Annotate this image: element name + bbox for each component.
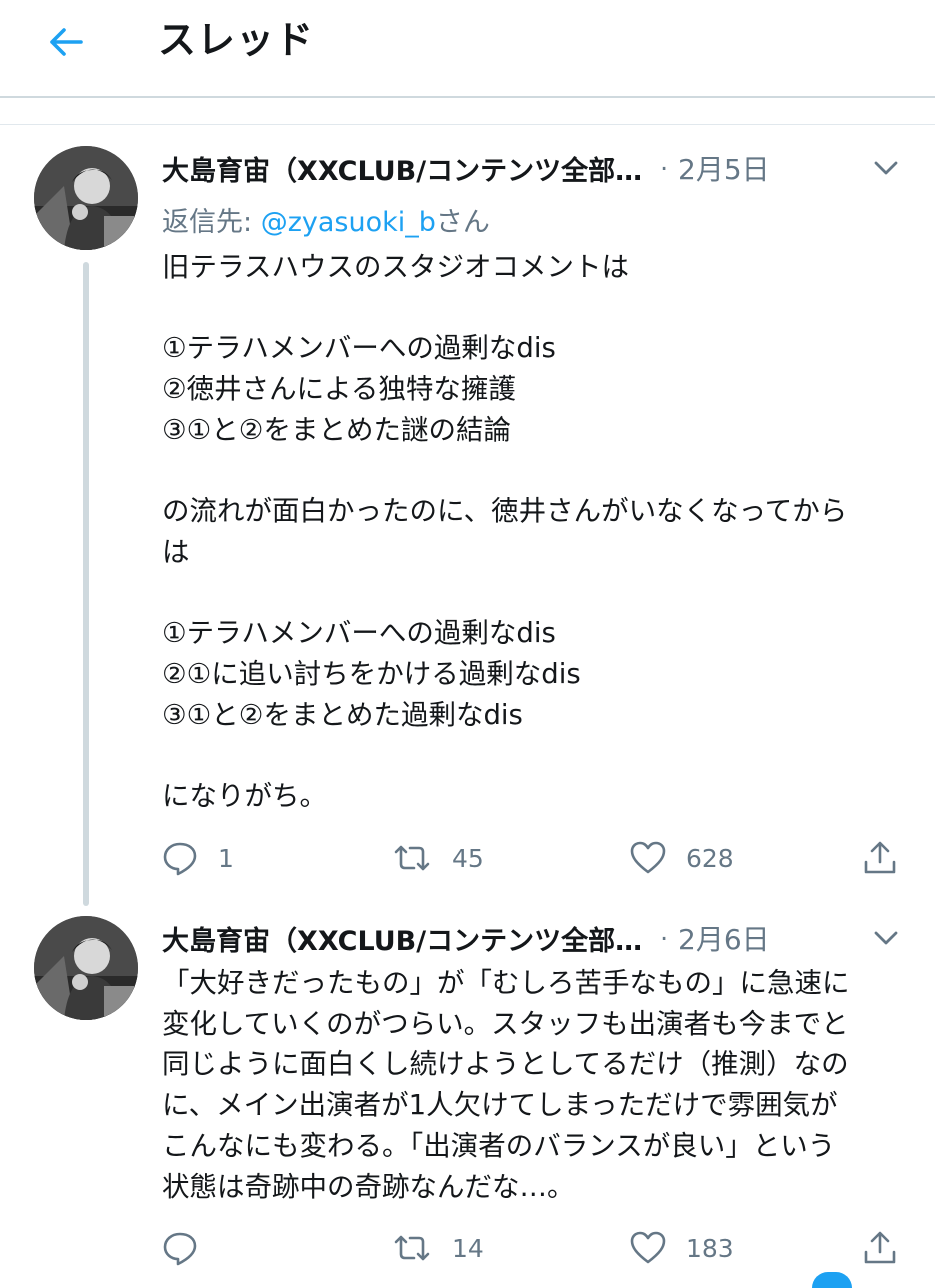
compose-button-edge[interactable] bbox=[812, 1272, 852, 1288]
retweet-count: 45 bbox=[452, 843, 484, 873]
tweet-text: 「大好きだったもの」が「むしろ苦手なもの」に急速に 変化していくのがつらい。スタ… bbox=[162, 963, 907, 1207]
share-icon bbox=[864, 1231, 896, 1264]
tweet-header: 大島育宙（XXCLUB/コンテンツ全部… · 2月6日 bbox=[162, 918, 770, 958]
more-options-button[interactable] bbox=[870, 922, 902, 954]
like-count: 183 bbox=[686, 1233, 734, 1263]
reply-icon bbox=[163, 1232, 197, 1266]
heart-icon bbox=[630, 1231, 666, 1264]
tweet-line bbox=[162, 451, 907, 492]
more-options-button[interactable] bbox=[870, 152, 902, 184]
page-title: スレッド bbox=[158, 18, 315, 62]
tweet-line: こんなにも変わる。「出演者のバランスが良い」という bbox=[162, 1129, 836, 1162]
like-button[interactable]: 628 bbox=[630, 836, 734, 880]
retweet-count: 14 bbox=[452, 1233, 484, 1263]
chevron-down-icon bbox=[874, 161, 898, 175]
reply-to-label: 返信先: bbox=[162, 207, 253, 238]
heart-icon bbox=[630, 841, 666, 874]
tweet-actions: 14 183 bbox=[160, 1226, 910, 1270]
separator-dot: · bbox=[660, 153, 669, 183]
tweet-line: 「大好きだったもの」が「むしろ苦手なもの」に急速に bbox=[162, 967, 850, 999]
share-button[interactable] bbox=[862, 1226, 898, 1270]
back-button[interactable] bbox=[44, 22, 88, 62]
thread-line bbox=[83, 262, 89, 906]
tweet-line bbox=[162, 735, 907, 776]
reply-count: 1 bbox=[218, 843, 234, 873]
tweet-line bbox=[162, 288, 907, 329]
chevron-down-icon bbox=[874, 931, 898, 945]
reply-icon bbox=[163, 842, 197, 876]
reply-button[interactable]: 1 bbox=[162, 836, 234, 880]
tweet-date[interactable]: 2月5日 bbox=[678, 148, 770, 188]
tweet-line: に、メイン出演者が1人欠けてしまっただけで雰囲気が bbox=[162, 1089, 838, 1122]
author-name[interactable]: 大島育宙（XXCLUB/コンテンツ全部… bbox=[162, 919, 642, 958]
divider bbox=[0, 124, 935, 125]
reply-button[interactable] bbox=[162, 1226, 218, 1270]
tweet-line: 旧テラスハウスのスタジオコメントは bbox=[162, 251, 629, 283]
tweet-line: ②①に追い討ちをかける過剰なdis bbox=[162, 657, 581, 690]
retweet-icon bbox=[394, 1235, 430, 1261]
tweet-line: ③①と②をまとめた過剰なdis bbox=[162, 698, 523, 731]
tweet-line: になりがち。 bbox=[162, 780, 327, 813]
tweet-header: 大島育宙（XXCLUB/コンテンツ全部… · 2月5日 bbox=[162, 148, 770, 188]
avatar[interactable] bbox=[34, 916, 138, 1020]
author-name[interactable]: 大島育宙（XXCLUB/コンテンツ全部… bbox=[162, 149, 642, 188]
tweet-line: 変化していくのがつらい。スタッフも出演者も今までと bbox=[162, 1007, 849, 1040]
retweet-button[interactable]: 14 bbox=[392, 1226, 484, 1270]
avatar[interactable] bbox=[34, 146, 138, 250]
tweet-text: 旧テラスハウスのスタジオコメントは ①テラハメンバーへの過剰なdis ②徳井さん… bbox=[162, 247, 907, 817]
tweet-line: は bbox=[162, 535, 190, 568]
tweet-line: 状態は奇跡中の奇跡なんだな…。 bbox=[162, 1170, 575, 1203]
reply-honorific: さん bbox=[435, 207, 490, 238]
like-button[interactable]: 183 bbox=[630, 1226, 734, 1270]
tweet-line: 同じように面白くし続けようとしてるだけ（推測）なの bbox=[162, 1048, 849, 1081]
retweet-button[interactable]: 45 bbox=[392, 836, 484, 880]
tweet-date[interactable]: 2月6日 bbox=[678, 918, 770, 958]
separator-dot: · bbox=[660, 923, 669, 953]
like-count: 628 bbox=[686, 843, 734, 873]
share-icon bbox=[864, 841, 896, 874]
retweet-icon bbox=[394, 845, 430, 871]
tweet-line bbox=[162, 573, 907, 614]
top-bar: スレッド bbox=[0, 0, 935, 98]
share-button[interactable] bbox=[862, 836, 898, 880]
reply-handle-link[interactable]: @zyasuoki_b bbox=[261, 207, 436, 238]
tweet-actions: 1 45 628 bbox=[160, 836, 910, 880]
tweet-line: ①テラハメンバーへの過剰なdis bbox=[162, 617, 556, 650]
tweet-line: ③①と②をまとめた謎の結論 bbox=[162, 413, 511, 446]
tweet-line: ①テラハメンバーへの過剰なdis bbox=[162, 332, 556, 365]
tweet-line: ②徳井さんによる独特な擁護 bbox=[162, 373, 516, 406]
arrow-left-icon bbox=[50, 28, 83, 56]
reply-to: 返信先: @zyasuoki_bさん bbox=[162, 200, 490, 239]
tweet-line: の流れが面白かったのに、徳井さんがいなくなってから bbox=[162, 495, 848, 528]
